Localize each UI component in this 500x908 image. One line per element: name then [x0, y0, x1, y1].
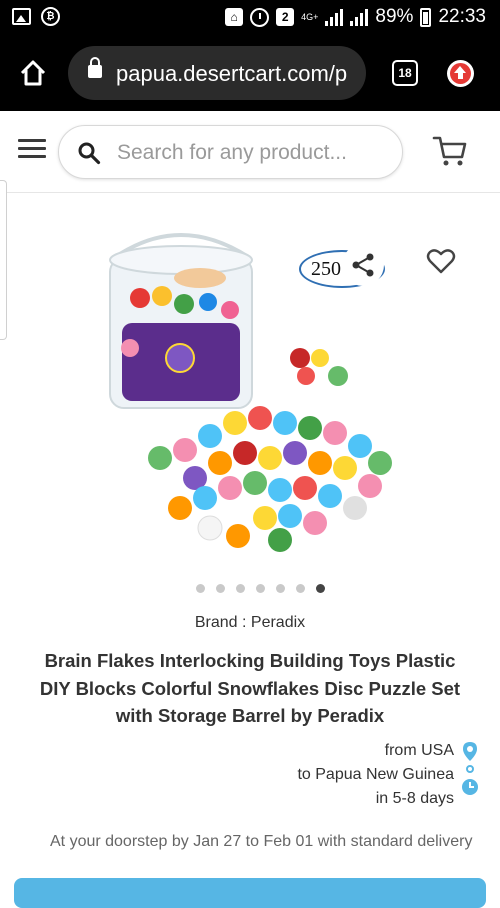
battery-icon [420, 7, 432, 27]
lock-screen-icon: ⌂ [225, 8, 244, 26]
alarm-icon [250, 7, 270, 27]
delivery-note: At your doorstep by Jan 27 to Feb 01 wit… [50, 833, 473, 850]
lock-icon [88, 57, 102, 78]
clock: 22:33 [438, 6, 486, 27]
home-button[interactable] [14, 54, 52, 92]
browser-toolbar: papua.desertcart.com/p 18 [0, 36, 500, 111]
carousel-dot[interactable] [315, 584, 325, 593]
search-input[interactable]: Search for any product... [58, 125, 403, 179]
ship-to: to Papua New Guinea [297, 766, 454, 783]
app-notification-icon: ₿ [41, 7, 60, 26]
upload-button[interactable] [447, 60, 474, 87]
share-icon [352, 253, 374, 277]
carousel-dot[interactable] [295, 584, 305, 593]
site-header: Search for any product... [0, 111, 500, 193]
carousel-dot[interactable] [215, 584, 225, 593]
battery-percent: 89% [375, 6, 414, 27]
shipping-info: from USA to Papua New Guinea in 5-8 days [297, 739, 454, 811]
side-drawer-handle[interactable] [0, 180, 7, 340]
image-carousel-dots [0, 584, 500, 593]
home-icon [20, 60, 46, 86]
address-bar[interactable]: papua.desertcart.com/p [68, 46, 366, 100]
status-bar: ₿ ⌂ 2 4G+ 89% 22:33 [0, 0, 500, 36]
carousel-dot[interactable] [195, 584, 205, 593]
share-button[interactable] [342, 244, 384, 286]
sim-badge: 2 [276, 8, 295, 26]
carousel-dot[interactable] [275, 584, 285, 593]
ship-from: from USA [384, 742, 454, 759]
heart-icon[interactable] [425, 245, 457, 277]
ship-eta: in 5-8 days [375, 790, 454, 807]
upload-arrow-icon [450, 63, 471, 84]
signal-icon [325, 8, 344, 26]
carousel-dot[interactable] [235, 584, 245, 593]
pieces-count-text: 250 [311, 258, 341, 280]
url-text: papua.desertcart.com/p [116, 61, 348, 86]
brand-line: Brand : Peradix [194, 614, 306, 631]
cart-icon[interactable] [432, 133, 468, 169]
network-type: 4G+ [301, 11, 319, 22]
route-icon [462, 742, 478, 795]
add-to-cart-button[interactable] [14, 878, 486, 908]
signal-2-icon [350, 8, 369, 26]
search-placeholder: Search for any product... [117, 141, 347, 164]
carousel-dot[interactable] [255, 584, 265, 593]
product-title: Brain Flakes Interlocking Building Toys … [39, 650, 461, 726]
search-icon [78, 142, 101, 165]
hamburger-menu-button[interactable] [18, 139, 46, 161]
gallery-notification-icon [12, 8, 31, 25]
tab-switcher-button[interactable]: 18 [392, 60, 418, 86]
